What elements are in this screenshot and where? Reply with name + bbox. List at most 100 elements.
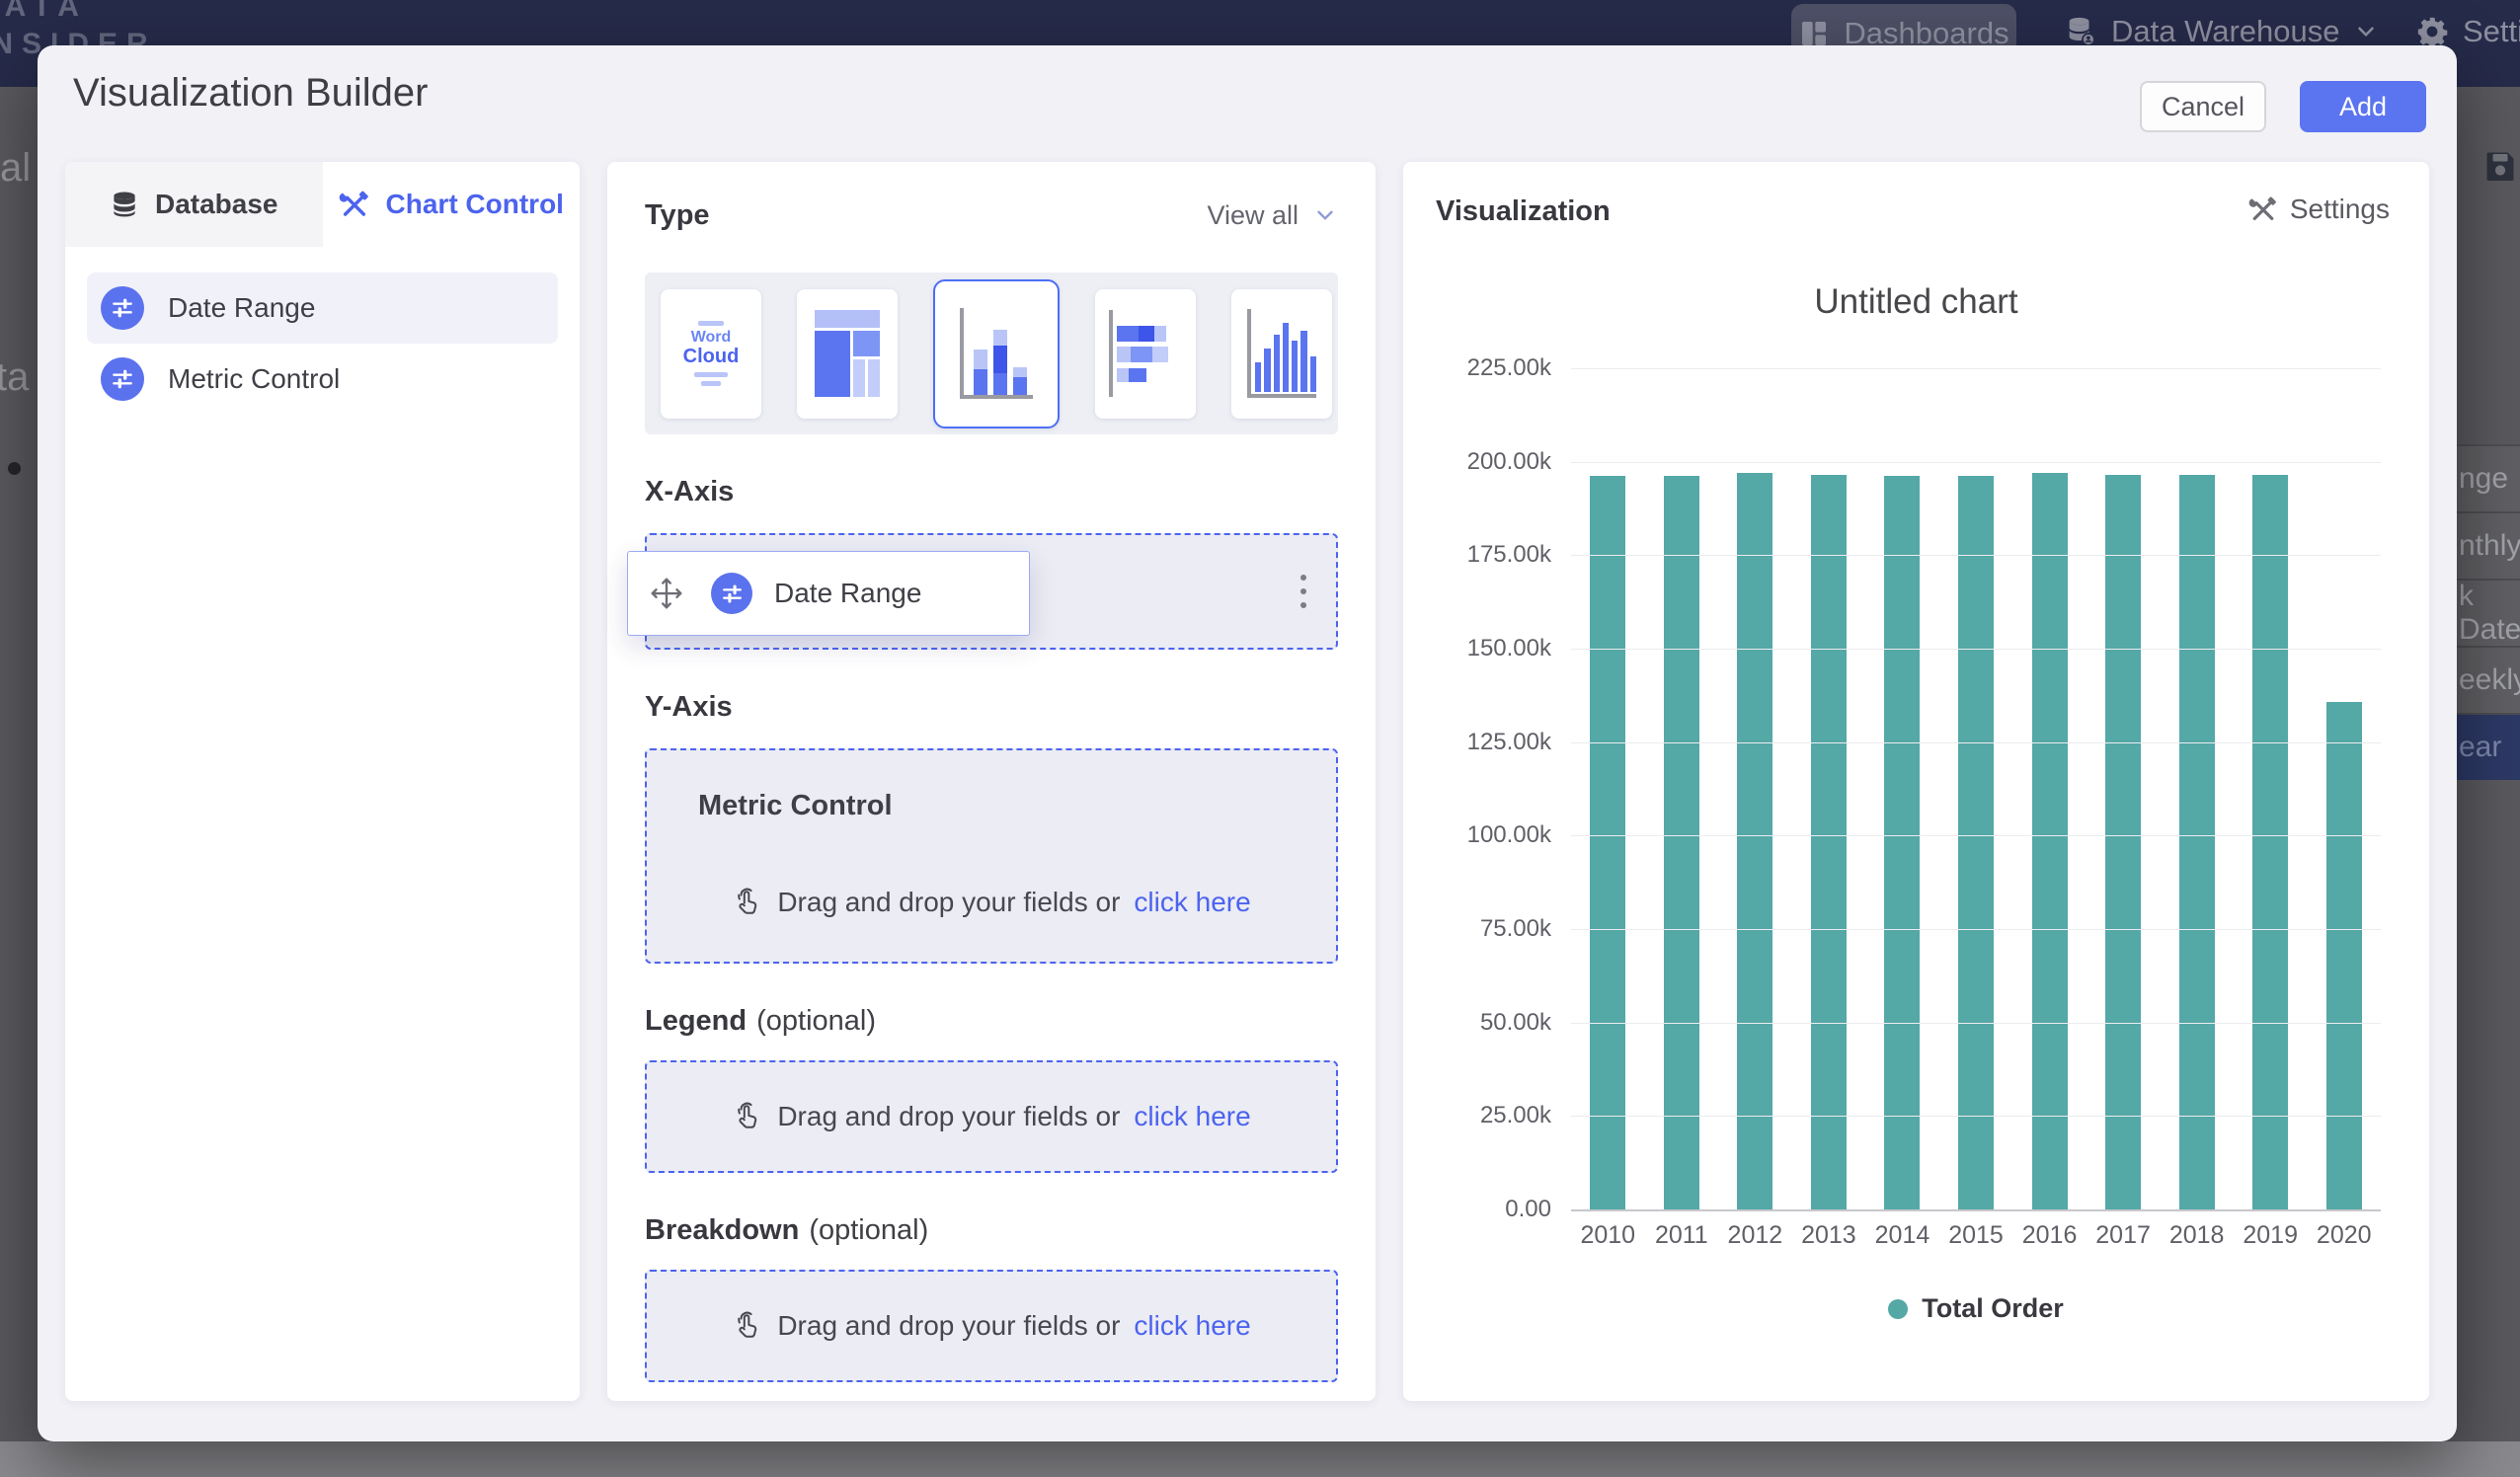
bar-2020 xyxy=(2326,702,2362,1209)
bar-cell xyxy=(2234,368,2308,1209)
click-here-link[interactable]: click here xyxy=(1134,887,1250,918)
tune-icon xyxy=(101,357,144,401)
add-button[interactable]: Add xyxy=(2300,81,2426,132)
bg-list-item[interactable]: k Date xyxy=(2457,579,2520,646)
view-all-label: View all xyxy=(1207,200,1299,231)
bg-list-item[interactable]: nthly xyxy=(2457,511,2520,579)
field-metric-control[interactable]: Metric Control xyxy=(87,344,558,415)
bg-list-item[interactable]: ear xyxy=(2457,713,2520,780)
move-icon xyxy=(648,575,685,612)
x-tick-label: 2013 xyxy=(1792,1221,1866,1250)
y-tick-label: 100.00k xyxy=(1467,821,1551,849)
gridline xyxy=(1571,1023,2381,1024)
breakdown-label: Breakdown xyxy=(645,1214,799,1247)
bar-2013 xyxy=(1811,475,1847,1209)
save-icon[interactable] xyxy=(2482,148,2518,184)
word-cloud-word: Word xyxy=(691,330,732,347)
date-range-chip[interactable]: Date Range xyxy=(627,551,1030,636)
chart-type-stacked-column[interactable] xyxy=(933,279,1060,428)
cancel-button[interactable]: Cancel xyxy=(2140,81,2266,132)
y-tick-label: 125.00k xyxy=(1467,729,1551,756)
chart-type-column[interactable] xyxy=(1231,289,1332,419)
breakdown-optional-label: (optional) xyxy=(809,1214,928,1247)
page-footer-strip xyxy=(0,1441,2520,1477)
chart-settings-button[interactable]: Settings xyxy=(2248,194,2390,225)
bar-cell xyxy=(1571,368,1645,1209)
x-tick-label: 2014 xyxy=(1865,1221,1939,1250)
y-tick-label: 50.00k xyxy=(1480,1009,1551,1037)
field-label: Metric Control xyxy=(168,363,340,395)
field-list: Date Range Metric Control xyxy=(65,247,580,440)
click-here-link[interactable]: click here xyxy=(1134,1310,1250,1342)
chart-type-treemap[interactable] xyxy=(797,289,898,419)
bar-cell xyxy=(1865,368,1939,1209)
bg-list-item[interactable]: eekly xyxy=(2457,646,2520,713)
bg-right-list: ngenthlyk Dateeeklyear xyxy=(2457,444,2520,780)
word-cloud-word: Cloud xyxy=(683,347,740,367)
bar-2011 xyxy=(1664,476,1699,1209)
bar-2012 xyxy=(1737,473,1772,1209)
gridline xyxy=(1571,649,2381,650)
gear-icon xyxy=(2415,15,2449,48)
panel-tabs: Database Chart Control xyxy=(65,162,580,247)
nav-data-warehouse-label: Data Warehouse xyxy=(2111,14,2339,49)
tools-icon xyxy=(339,189,370,220)
x-tick-label: 2016 xyxy=(2012,1221,2087,1250)
tab-database[interactable]: Database xyxy=(65,162,323,247)
y-tick-label: 0.00 xyxy=(1505,1196,1551,1223)
x-tick-label: 2019 xyxy=(2234,1221,2308,1250)
y-tick-label: 75.00k xyxy=(1480,915,1551,943)
x-tick-label: 2018 xyxy=(2160,1221,2234,1250)
bar-cell xyxy=(2160,368,2234,1209)
view-all-dropdown[interactable]: View all xyxy=(1207,200,1338,231)
bar-2017 xyxy=(2105,475,2141,1209)
kebab-menu-icon[interactable] xyxy=(1295,569,1312,614)
bg-list-item[interactable]: nge xyxy=(2457,444,2520,511)
x-axis-dropzone[interactable]: Date Range Date Range xyxy=(645,533,1338,650)
fields-panel: Database Chart Control Date Range xyxy=(65,162,580,1401)
legend-dropzone[interactable]: Drag and drop your fields or click here xyxy=(645,1060,1338,1173)
x-tick-label: 2015 xyxy=(1939,1221,2013,1250)
tab-chart-control[interactable]: Chart Control xyxy=(323,162,581,247)
tune-icon xyxy=(711,573,752,614)
drop-text: Drag and drop your fields or xyxy=(777,1101,1120,1132)
bar-cell xyxy=(2087,368,2161,1209)
breakdown-dropzone[interactable]: Drag and drop your fields or click here xyxy=(645,1270,1338,1382)
chart-type-word-cloud[interactable]: Word Cloud xyxy=(661,289,761,419)
bar-cell xyxy=(1718,368,1792,1209)
x-axis-labels: 2010201120122013201420152016201720182019… xyxy=(1571,1221,2381,1250)
click-here-link[interactable]: click here xyxy=(1134,1101,1250,1132)
tap-hand-icon xyxy=(732,1310,763,1342)
metric-control-title: Metric Control xyxy=(698,790,893,822)
y-tick-label: 200.00k xyxy=(1467,448,1551,476)
nav-settings-label: Settings xyxy=(2463,14,2520,49)
bar-2015 xyxy=(1958,476,1994,1209)
field-date-range[interactable]: Date Range xyxy=(87,272,558,344)
bar-2016 xyxy=(2032,473,2068,1209)
legend-label: Legend xyxy=(645,1005,747,1038)
gridline xyxy=(1571,835,2381,836)
chart-type-stacked-bar[interactable] xyxy=(1095,289,1196,419)
drop-text: Drag and drop your fields or xyxy=(777,1310,1120,1342)
plot-area xyxy=(1571,368,2381,1209)
tab-chart-control-label: Chart Control xyxy=(386,189,564,220)
visualization-header: Visualization xyxy=(1436,195,1611,228)
visualization-builder-modal: Visualization Builder Cancel Add Databas… xyxy=(38,45,2457,1441)
gridline xyxy=(1571,1209,2381,1211)
builder-panel: Type View all Word Cloud xyxy=(607,162,1376,1401)
y-axis-dropzone[interactable]: Metric Control Drag and drop your fields… xyxy=(645,748,1338,964)
y-tick-label: 150.00k xyxy=(1467,635,1551,662)
legend-optional-label: (optional) xyxy=(756,1005,876,1038)
bars-row xyxy=(1571,368,2381,1209)
gridline xyxy=(1571,742,2381,743)
y-axis-labels: 225.00k200.00k175.00k150.00k125.00k100.0… xyxy=(1423,368,1551,1209)
gridline xyxy=(1571,368,2381,369)
x-axis-label: X-Axis xyxy=(645,472,1338,511)
chip-label: Date Range xyxy=(774,578,921,609)
chevron-down-icon xyxy=(1312,202,1338,228)
bar-cell xyxy=(1939,368,2013,1209)
database-icon xyxy=(110,190,139,219)
gridline xyxy=(1571,555,2381,556)
chart-type-strip: Word Cloud xyxy=(645,272,1338,434)
x-tick-label: 2020 xyxy=(2307,1221,2381,1250)
